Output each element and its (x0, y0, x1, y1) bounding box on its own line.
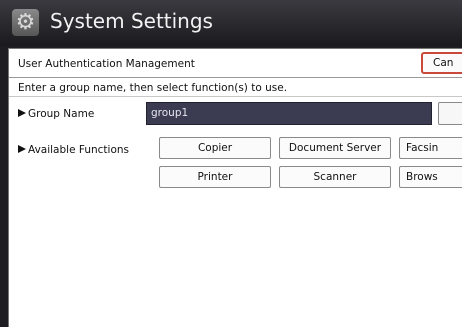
window-title: System Settings (50, 9, 213, 33)
function-scanner-button[interactable]: Scanner (279, 166, 391, 188)
group-name-edit-button[interactable] (438, 102, 462, 125)
screen: ⚙ System Settings User Authentication Ma… (0, 0, 462, 327)
function-printer-button[interactable]: Printer (159, 166, 271, 188)
instruction-divider (9, 96, 462, 97)
instruction-text: Enter a group name, then select function… (18, 82, 288, 94)
group-name-field[interactable]: group1 (146, 102, 432, 125)
function-browser-button[interactable]: Brows (399, 166, 462, 188)
group-name-label: Group Name (18, 108, 94, 120)
gear-icon: ⚙ (12, 9, 39, 36)
triangle-right-icon (18, 109, 26, 117)
section-title: User Authentication Management (18, 58, 195, 70)
cancel-button[interactable]: Can (421, 52, 462, 74)
available-functions-label: Available Functions (18, 144, 129, 156)
available-functions-label-text: Available Functions (28, 144, 129, 156)
settings-panel: User Authentication Management Can Enter… (8, 48, 462, 327)
function-facsimile-button[interactable]: Facsin (399, 137, 462, 159)
group-name-label-text: Group Name (28, 108, 95, 120)
header-divider (9, 77, 462, 78)
function-copier-button[interactable]: Copier (159, 137, 271, 159)
function-document-server-button[interactable]: Document Server (279, 137, 391, 159)
title-bar: ⚙ System Settings (0, 0, 462, 46)
triangle-right-icon (18, 145, 26, 153)
